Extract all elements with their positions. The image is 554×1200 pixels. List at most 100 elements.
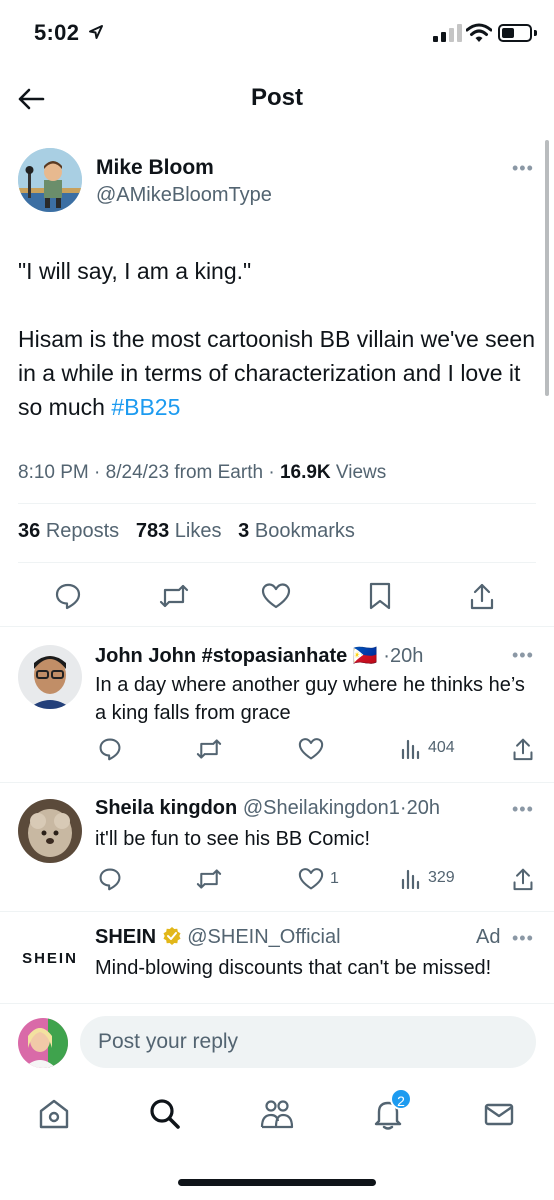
reply-more-button[interactable]: •••: [512, 799, 534, 820]
reply-header: Sheila kingdon @Sheilakingdon1·20h: [95, 797, 440, 820]
tab-messages[interactable]: [479, 1094, 519, 1134]
reply-header: John John #stopasianhate 🇵🇭 ·20h: [95, 643, 423, 668]
share-icon: [470, 583, 494, 610]
page-title: Post: [250, 84, 303, 111]
reply-author-name[interactable]: John John #stopasianhate: [95, 645, 347, 667]
verified-badge-icon: [163, 927, 181, 945]
views-count: 329: [428, 869, 455, 886]
views-count: 404: [428, 739, 455, 756]
likes-stat[interactable]: 783 Likes: [136, 520, 222, 542]
my-avatar[interactable]: [18, 1018, 68, 1068]
tab-communities[interactable]: [257, 1094, 297, 1134]
post-actions: [0, 574, 554, 618]
author-avatar-image: [18, 148, 82, 212]
tab-notifications[interactable]: 2: [368, 1088, 412, 1134]
shein-logo[interactable]: SHEIN: [18, 926, 82, 990]
reply-views-button[interactable]: 404: [400, 737, 455, 759]
views-chart-icon: [401, 739, 420, 759]
post-time: 8:10 PM: [18, 462, 89, 483]
country-flag-icon: 🇵🇭: [352, 645, 378, 667]
ad-label: Ad: [476, 926, 501, 948]
reply-button[interactable]: [52, 580, 84, 612]
reply-text: In a day where another guy where he thin…: [95, 674, 525, 724]
reply-share-button[interactable]: [512, 737, 534, 761]
scrollbar[interactable]: [545, 140, 549, 396]
share-icon: [513, 868, 533, 891]
reply-reply-button[interactable]: [98, 867, 122, 891]
divider: [18, 562, 536, 563]
ad-more-button[interactable]: •••: [512, 928, 534, 949]
share-icon: [513, 738, 533, 761]
battery-level: [502, 28, 514, 38]
author-handle[interactable]: @AMikeBloomType: [96, 184, 272, 207]
heart-icon: [261, 583, 291, 609]
post-source: from Earth: [174, 462, 264, 483]
tab-search[interactable]: [145, 1094, 185, 1134]
like-button[interactable]: [260, 580, 292, 612]
post-meta: 8:10 PM · 8/24/23 from Earth · 16.9K Vie…: [18, 462, 387, 483]
divider: [18, 503, 536, 504]
reply-like-button[interactable]: 1: [298, 867, 339, 891]
status-bar: 5:02: [0, 0, 554, 66]
reply-compose-bar: [0, 1003, 554, 1079]
post-quote-line: "I will say, I am a king.": [18, 258, 252, 284]
header: Post: [0, 70, 554, 126]
ad-item[interactable]: SHEIN SHEIN @SHEIN_Official Ad ••• Mind-…: [0, 912, 554, 1002]
notifications-badge: 2: [390, 1088, 412, 1110]
reply-avatar[interactable]: [18, 645, 82, 709]
post-text: "I will say, I am a king." Hisam is the …: [18, 254, 538, 424]
wifi-icon: [466, 23, 492, 42]
mail-icon: [484, 1103, 514, 1126]
reply-avatar[interactable]: [18, 799, 82, 863]
ad-author-name[interactable]: SHEIN: [95, 926, 156, 948]
home-indicator[interactable]: [178, 1179, 376, 1186]
reposts-stat[interactable]: 36 Reposts: [18, 520, 119, 542]
reply-repost-button[interactable]: [196, 867, 222, 891]
reply-reply-button[interactable]: [98, 737, 122, 761]
author-name[interactable]: Mike Bloom: [96, 156, 214, 180]
reply-like-button[interactable]: [298, 737, 330, 761]
shein-logo-text: SHEIN: [22, 949, 78, 967]
post-body-text: Hisam is the most cartoonish BB villain …: [18, 326, 542, 420]
repost-button[interactable]: [158, 580, 190, 612]
reply-repost-button[interactable]: [196, 737, 222, 761]
reply-input[interactable]: [80, 1016, 536, 1068]
hashtag-link[interactable]: #BB25: [111, 394, 180, 420]
author-avatar[interactable]: [18, 148, 82, 212]
ad-text: Mind-blowing discounts that can't be mis…: [95, 957, 492, 979]
reply-icon: [99, 738, 121, 761]
bookmark-button[interactable]: [364, 580, 396, 612]
repost-icon: [159, 584, 189, 608]
my-avatar-image: [18, 1018, 68, 1068]
communities-icon: [260, 1100, 294, 1129]
cellular-signal-icon: [433, 24, 462, 42]
reply-age: ·20h: [399, 797, 440, 819]
post-more-button[interactable]: •••: [512, 158, 534, 179]
reply-icon: [99, 868, 121, 891]
reply-author-name[interactable]: Sheila kingdon: [95, 797, 237, 819]
reply-more-button[interactable]: •••: [512, 645, 534, 666]
battery-icon: [498, 24, 532, 42]
post-date: 8/24/23: [105, 462, 170, 483]
ad-header: SHEIN @SHEIN_Official: [95, 926, 341, 949]
reply-age: ·20h: [383, 645, 424, 667]
home-icon: [39, 1099, 69, 1129]
reply-item[interactable]: John John #stopasianhate 🇵🇭 ·20h ••• In …: [0, 627, 554, 782]
reply-item[interactable]: Sheila kingdon @Sheilakingdon1·20h ••• i…: [0, 783, 554, 911]
reply-views-button[interactable]: 329: [400, 867, 455, 889]
post-stats: 36 Reposts 783 Likes 3 Bookmarks: [18, 520, 355, 543]
reply-avatar-image: [18, 645, 82, 709]
ad-author-handle[interactable]: @SHEIN_Official: [187, 926, 340, 948]
search-icon: [150, 1099, 180, 1129]
tab-home[interactable]: [34, 1094, 74, 1134]
reply-share-button[interactable]: [512, 867, 534, 891]
reply-avatar-image: [18, 799, 82, 863]
repost-icon: [196, 739, 222, 759]
share-button[interactable]: [466, 580, 498, 612]
views-label: Views: [335, 462, 387, 483]
like-count: 1: [330, 870, 339, 887]
bookmarks-stat[interactable]: 3 Bookmarks: [238, 520, 355, 542]
battery-nub: [534, 30, 537, 36]
reply-author-handle[interactable]: @Sheilakingdon1: [243, 797, 400, 819]
heart-icon: [298, 738, 324, 760]
